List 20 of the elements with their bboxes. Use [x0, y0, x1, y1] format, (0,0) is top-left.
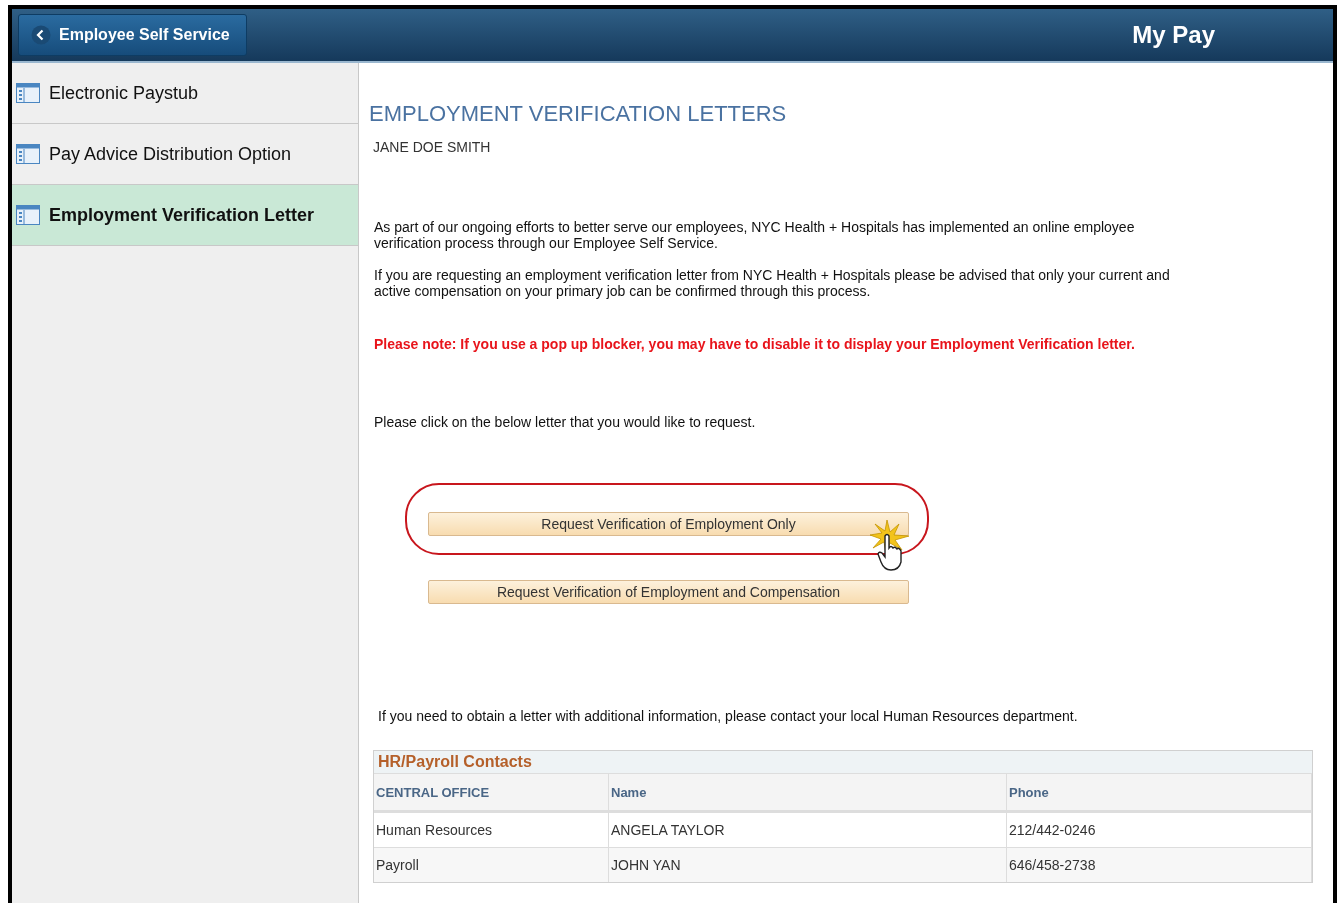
request-button[interactable]: Request Verification of Employment Only: [428, 512, 909, 536]
instruction-text: Please click on the below letter that you would like to request.: [374, 414, 757, 430]
page-title: My Pay: [1132, 21, 1215, 49]
table-caption: HR/Payroll Contacts: [374, 751, 1312, 773]
contact-note: If you need to obtain a letter with additional information, please contact your local Human Resources department.: [378, 708, 1079, 724]
paragraph: If you are requesting an employment verification letter from NYC Health + Hospitals please be advised that only your current and active compensation on your primary job can be confirmed through this process.: [374, 267, 1171, 299]
paragraph: As part of our ongoing efforts to better serve our employees, NYC Health + Hospitals has implemented an online employee verification process through our Employee Self Service.: [374, 219, 1136, 251]
table-cell: Payroll: [374, 848, 609, 882]
column-header: Name: [609, 774, 1007, 810]
column-header: Phone: [1007, 774, 1312, 810]
table-cell: 646/458-2738: [1007, 848, 1312, 882]
column-header: CENTRAL OFFICE: [374, 774, 609, 810]
sidebar-item[interactable]: Employment Verification Letter: [12, 185, 358, 246]
sidebar-item[interactable]: Electronic Paystub: [12, 63, 358, 124]
employee-name: JANE DOE SMITH: [373, 139, 492, 155]
back-button[interactable]: Employee Self Service: [18, 14, 247, 56]
warning-note: Please note: If you use a pop up blocker, you may have to disable it to display your Employment Verification letter.: [374, 336, 1136, 352]
table-cell: JOHN YAN: [609, 848, 1007, 882]
section-title: EMPLOYMENT VERIFICATION LETTERS: [369, 101, 788, 127]
request-button[interactable]: Request Verification of Employment and Compensation: [428, 580, 909, 604]
